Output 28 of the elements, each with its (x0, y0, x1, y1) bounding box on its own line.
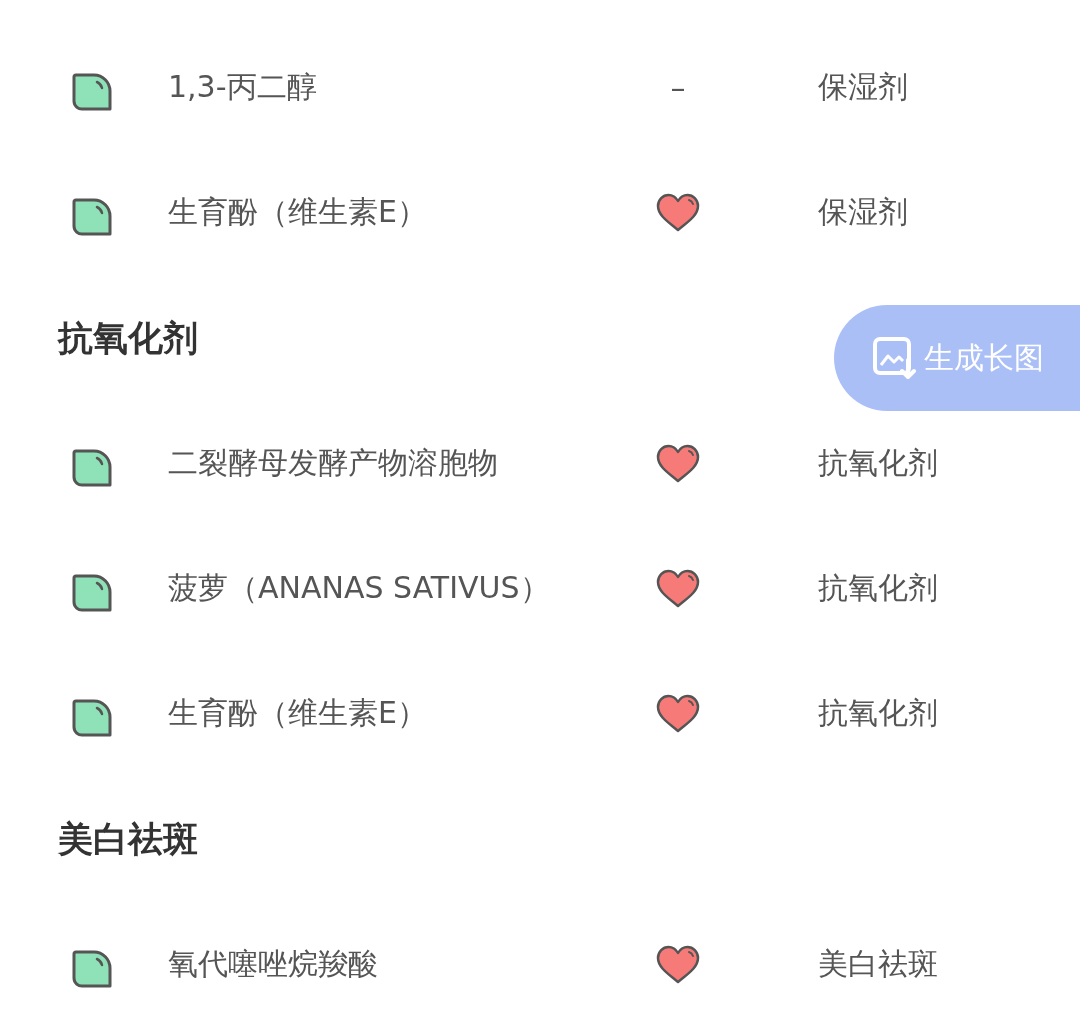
leaf-icon (72, 573, 112, 612)
leaf-icon (72, 949, 112, 988)
leaf-icon (72, 197, 112, 236)
ingredient-function: 保湿剂 (818, 193, 909, 231)
heart-icon (656, 568, 700, 609)
section-heading: 抗氧化剂 (58, 316, 198, 360)
ingredient-function: 抗氧化剂 (818, 694, 939, 732)
ingredient-function: 保湿剂 (818, 68, 909, 106)
generate-long-image-button[interactable]: 生成长图 (834, 305, 1080, 411)
leaf-icon (72, 698, 112, 737)
image-download-icon (872, 336, 916, 380)
ingredient-function: 抗氧化剂 (818, 569, 939, 607)
leaf-icon (72, 448, 112, 487)
heart-icon (656, 944, 700, 985)
ingredient-function: 美白祛斑 (818, 945, 939, 983)
heart-icon (656, 443, 700, 484)
heart-icon (656, 693, 700, 734)
ingredient-name: 生育酚（维生素E） (168, 193, 428, 231)
heart-icon (656, 192, 700, 233)
leaf-icon (72, 72, 112, 111)
ingredient-name: 菠萝（ANANAS SATIVUS） (168, 569, 551, 607)
ingredient-name: 二裂酵母发酵产物溶胞物 (168, 444, 499, 482)
section-heading: 美白祛斑 (58, 817, 198, 861)
ingredient-name: 生育酚（维生素E） (168, 694, 428, 732)
ingredient-name: 1,3-丙二醇 (168, 68, 318, 106)
ingredient-function: 抗氧化剂 (818, 444, 939, 482)
ingredient-name: 氧代噻唑烷羧酸 (168, 945, 379, 983)
dash-mark: – (670, 70, 686, 105)
